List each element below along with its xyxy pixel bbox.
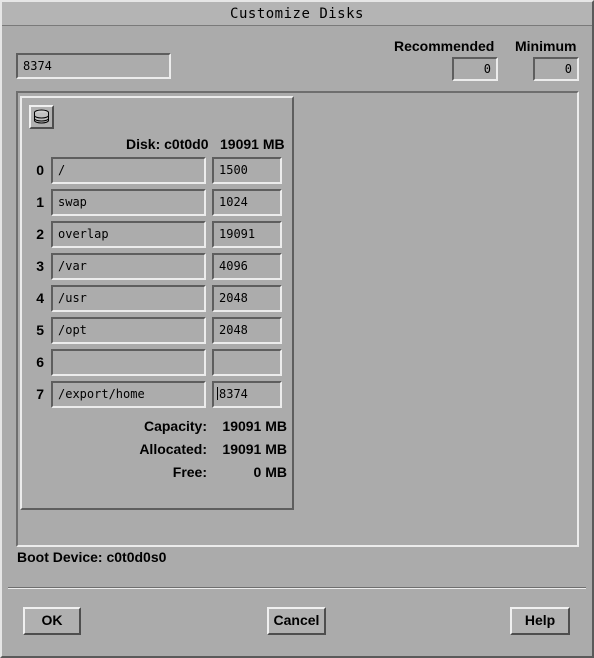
slice-size-field[interactable]: 19091 (212, 221, 282, 248)
slice-mount-field[interactable]: swap (51, 189, 206, 216)
slice-number: 6 (36, 354, 44, 370)
slice-size-field-active[interactable]: 8374 (212, 381, 282, 408)
free-label: Free: (172, 464, 207, 480)
slice-number: 5 (36, 322, 44, 338)
slice-size-value: 8374 (219, 387, 248, 401)
slice-number: 4 (36, 290, 44, 306)
slice-size-field[interactable]: 2048 (212, 317, 282, 344)
allocated-label: Allocated: (139, 441, 207, 457)
disk-size-label: 19091 MB (220, 136, 285, 152)
slice-size-field[interactable]: 1024 (212, 189, 282, 216)
slice-mount-field[interactable]: /export/home (51, 381, 206, 408)
slice-mount-field[interactable]: / (51, 157, 206, 184)
allocated-value: 19091 MB (222, 441, 287, 457)
help-button[interactable]: Help (510, 607, 570, 635)
text-cursor (217, 387, 218, 400)
cancel-button[interactable]: Cancel (267, 607, 326, 635)
slice-number: 7 (36, 386, 44, 402)
selected-slice-size-field[interactable]: 8374 (16, 53, 171, 79)
slice-size-field[interactable]: 1500 (212, 157, 282, 184)
recommended-value: 0 (452, 57, 498, 81)
slice-number: 2 (36, 226, 44, 242)
slice-mount-field[interactable]: /var (51, 253, 206, 280)
slice-number: 1 (36, 194, 44, 210)
slice-mount-field[interactable]: /usr (51, 285, 206, 312)
free-value: 0 MB (253, 464, 287, 480)
recommended-label: Recommended (394, 38, 495, 54)
capacity-label: Capacity: (143, 418, 207, 434)
capacity-value: 19091 MB (222, 418, 287, 434)
slice-number: 3 (36, 258, 44, 274)
slice-mount-field[interactable]: overlap (51, 221, 206, 248)
slice-size-field[interactable] (212, 349, 282, 376)
disk-icon (34, 109, 49, 124)
separator (8, 587, 586, 589)
window-title: Customize Disks (2, 2, 592, 26)
minimum-value: 0 (533, 57, 579, 81)
disk-name-label: Disk: c0t0d0 (126, 136, 209, 152)
slice-mount-field[interactable]: /opt (51, 317, 206, 344)
slice-number: 0 (36, 162, 44, 178)
slice-size-field[interactable]: 4096 (212, 253, 282, 280)
minimum-label: Minimum (515, 38, 577, 54)
slice-size-field[interactable]: 2048 (212, 285, 282, 312)
ok-button[interactable]: OK (23, 607, 81, 635)
boot-device-label: Boot Device: c0t0d0s0 (17, 549, 167, 565)
slice-mount-field[interactable] (51, 349, 206, 376)
disk-icon-button[interactable] (29, 105, 54, 129)
